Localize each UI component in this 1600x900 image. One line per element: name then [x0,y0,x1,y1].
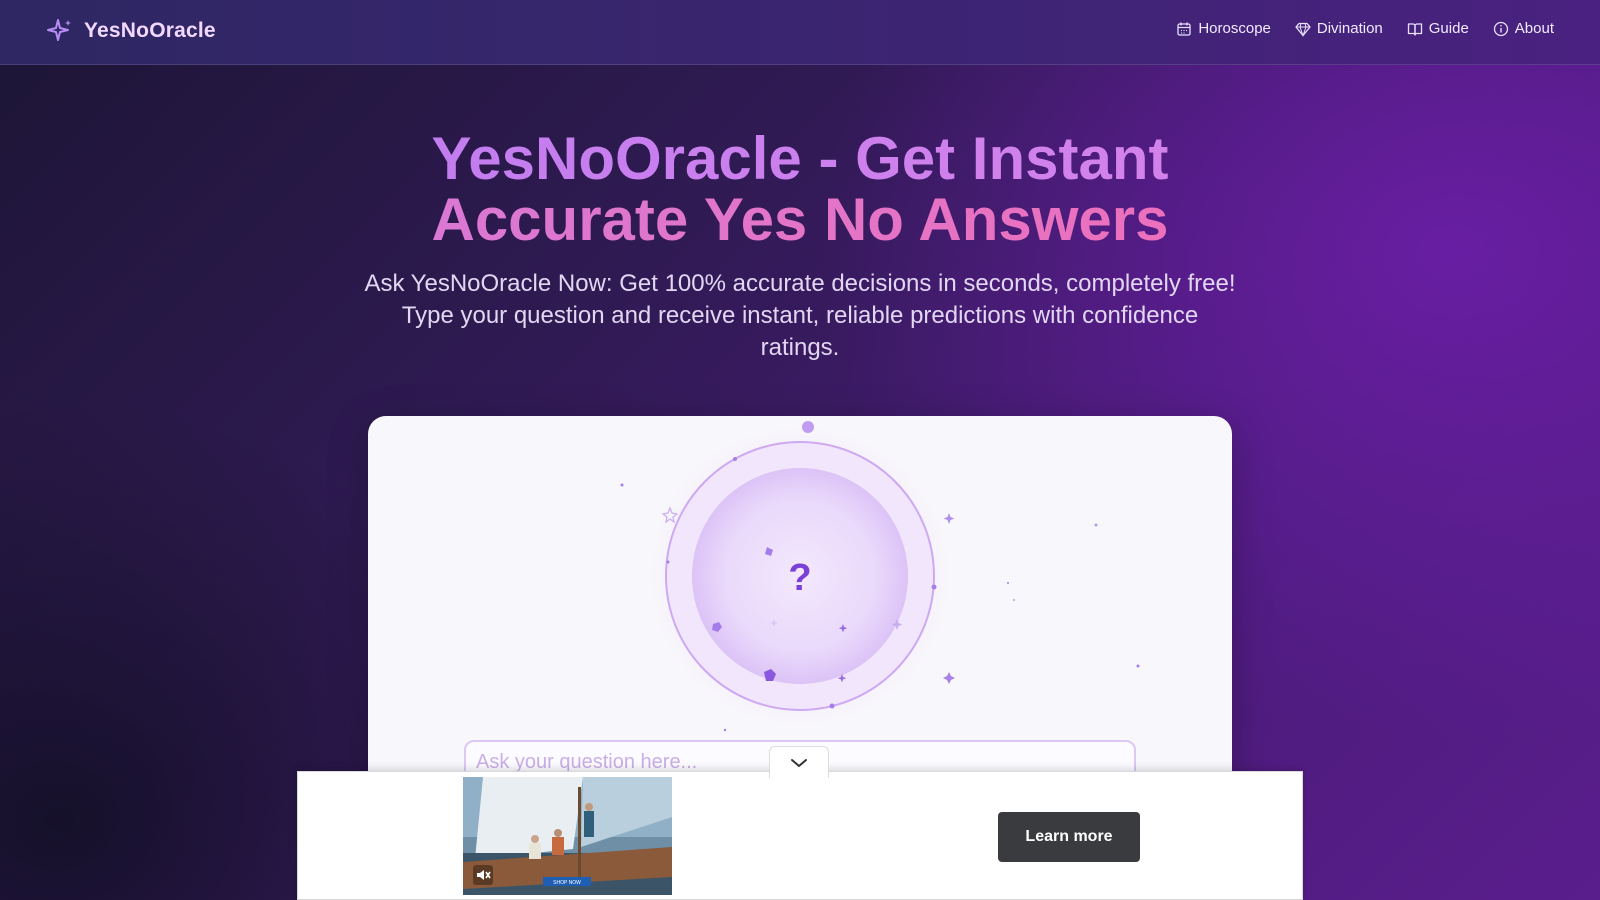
mute-icon [473,865,493,885]
ad-video-thumbnail[interactable]: SHOP NOW [463,777,672,895]
sparkle-logo-icon [46,17,74,45]
page-title-line1: YesNoOracle - Get Instant [300,128,1300,189]
oracle-visual: ? [368,416,1232,746]
gem-icon [1295,22,1311,37]
page-subtitle: Ask YesNoOracle Now: Get 100% accurate d… [364,270,1236,361]
nav-about[interactable]: About [1493,20,1554,37]
nav-horoscope-label: Horoscope [1198,20,1271,37]
info-icon [1493,21,1508,36]
top-navbar: YesNoOracle Horoscope Divination Guide A… [0,0,1600,65]
ad-collapse-button[interactable] [769,746,829,778]
ad-banner[interactable]: SHOP NOW Learn more [297,771,1303,900]
book-icon [1407,22,1422,36]
nav-about-label: About [1514,20,1554,37]
brand-link[interactable]: YesNoOracle [46,17,216,45]
calendar-icon [1177,22,1191,36]
page-title-line2: Accurate Yes No Answers [300,189,1300,250]
nav-horoscope[interactable]: Horoscope [1176,20,1271,37]
nav-divination-label: Divination [1316,20,1383,37]
main-nav: Horoscope Divination Guide About [1176,20,1554,37]
svg-text:SHOP NOW: SHOP NOW [553,880,581,886]
chevron-down-icon [791,758,807,767]
nav-divination[interactable]: Divination [1295,20,1383,37]
brand-name: YesNoOracle [84,19,216,42]
ad-learn-more-button[interactable]: Learn more [998,812,1140,862]
oracle-question-mark: ? [788,557,811,599]
page-title: YesNoOracle - Get Instant Accurate Yes N… [300,128,1300,250]
nav-guide-label: Guide [1428,20,1469,37]
nav-guide[interactable]: Guide [1407,20,1469,37]
